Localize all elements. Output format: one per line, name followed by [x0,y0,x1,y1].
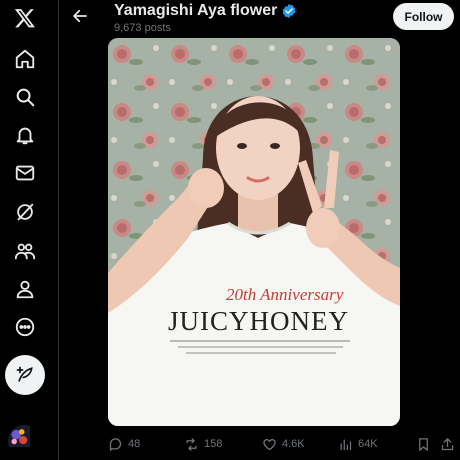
grok-icon[interactable] [9,196,41,228]
share-button[interactable] [440,434,455,454]
column-divider [58,0,59,460]
bookmark-icon [419,437,428,451]
like-count: 4.6K [282,438,305,450]
repost-icon [186,437,197,451]
like-button[interactable]: 4.6K [262,434,305,454]
home-icon[interactable] [9,43,41,75]
shirt-print-line1: 20th Anniversary [226,285,344,304]
reply-button[interactable]: 48 [108,434,140,454]
profile-name: Yamagishi Aya flower [114,2,278,19]
account-avatar[interactable] [8,425,40,457]
compose-post-icon [16,366,33,382]
repost-button[interactable]: 158 [184,434,222,454]
post-actions-bar: 48 158 4.6K 64K [108,434,456,454]
follow-button[interactable]: Follow [393,3,454,30]
messages-icon[interactable] [9,157,41,189]
verified-badge-icon [281,3,297,19]
heart-icon [263,438,276,450]
posts-count: 9,673 posts [114,22,171,34]
views-chart-icon [340,439,352,450]
bookmark-button[interactable] [416,434,431,454]
profile-header: Yamagishi Aya flower [114,0,297,22]
communities-icon[interactable] [9,235,41,267]
more-icon[interactable] [9,311,41,343]
profile-icon[interactable] [9,273,41,305]
notifications-icon[interactable] [9,119,41,151]
post-image[interactable]: 20th Anniversary JUICYHONEY [108,38,400,426]
compose-post-button[interactable] [5,355,45,395]
left-nav-rail [0,0,50,460]
views-count: 64K [358,438,378,450]
search-icon[interactable] [9,81,41,113]
shirt-print-line2: JUICYHONEY [168,306,349,336]
reply-count: 48 [128,438,141,450]
views-button[interactable]: 64K [338,434,378,454]
share-icon [441,437,454,450]
reply-icon [109,437,122,451]
back-button[interactable] [68,4,92,28]
repost-count: 158 [204,438,223,450]
x-logo-icon[interactable] [9,2,41,34]
back-arrow-icon [73,9,87,23]
